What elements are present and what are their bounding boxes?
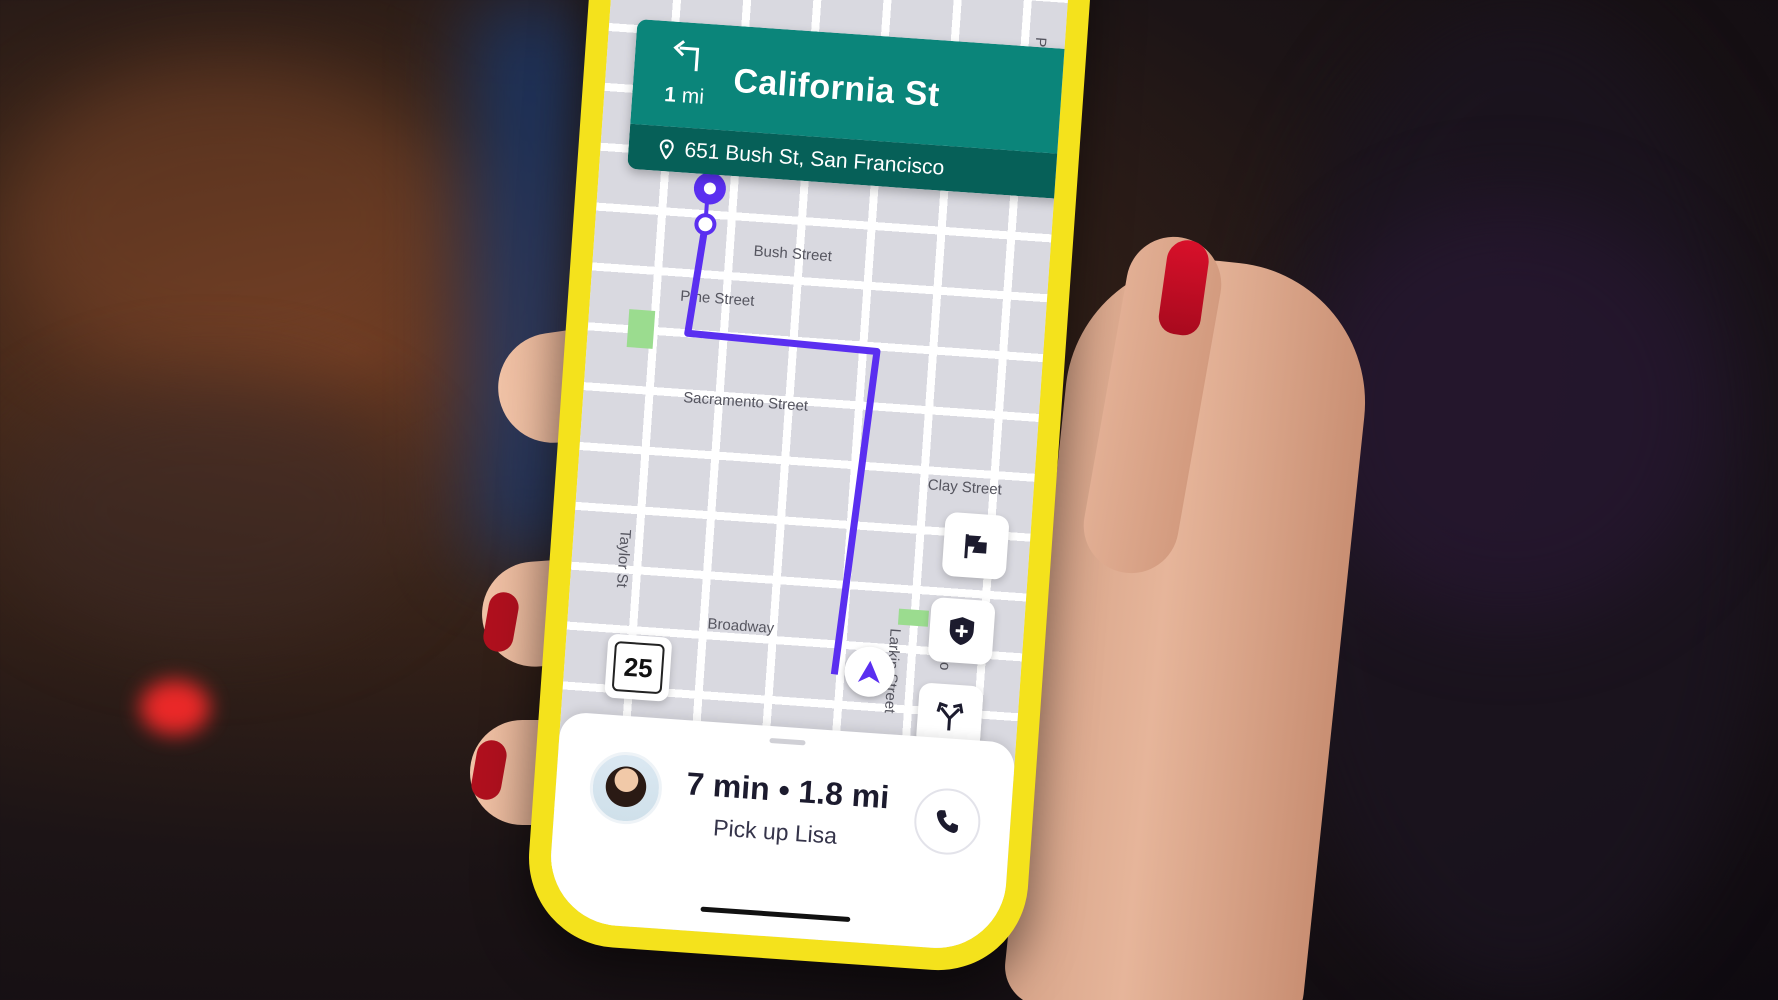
sheet-drag-handle[interactable] <box>769 737 806 746</box>
distance-value: 1 <box>663 83 677 107</box>
map-pin-icon <box>659 138 674 160</box>
distance-unit: mi <box>681 84 705 109</box>
call-rider-button[interactable] <box>912 786 983 857</box>
navigation-banner[interactable]: 1 mi California St 651 Bush St, San Fran… <box>627 18 1074 200</box>
background-light <box>140 680 210 735</box>
speed-limit-sign: 25 <box>604 633 673 702</box>
flag-icon <box>964 534 987 559</box>
trip-task-label: Pick up Lisa <box>712 814 838 849</box>
turn-distance: 1 mi <box>663 83 705 110</box>
trip-eta-distance: 7 min • 1.8 mi <box>685 765 891 816</box>
trip-bottom-sheet[interactable]: 7 min • 1.8 mi Pick up Lisa <box>546 711 1016 953</box>
background-blur <box>0 380 420 640</box>
next-street: California St <box>732 61 942 115</box>
phone: Bush Street Pine Street Sacramento Stree… <box>522 0 1098 977</box>
turn-left-icon <box>673 40 700 72</box>
shield-plus-icon <box>949 617 975 646</box>
safety-button[interactable] <box>927 596 996 666</box>
fork-arrow-icon <box>936 701 964 731</box>
report-flag-button[interactable] <box>941 511 1010 581</box>
home-indicator <box>700 906 851 923</box>
phone-icon <box>936 810 959 834</box>
rider-avatar <box>587 749 665 827</box>
speed-limit-value: 25 <box>611 640 665 695</box>
destination-address: 651 Bush St, San Francisco <box>683 138 946 180</box>
background-blur <box>0 60 460 380</box>
phone-screen: Bush Street Pine Street Sacramento Stree… <box>546 0 1074 953</box>
navigation-arrow-icon <box>857 660 880 684</box>
